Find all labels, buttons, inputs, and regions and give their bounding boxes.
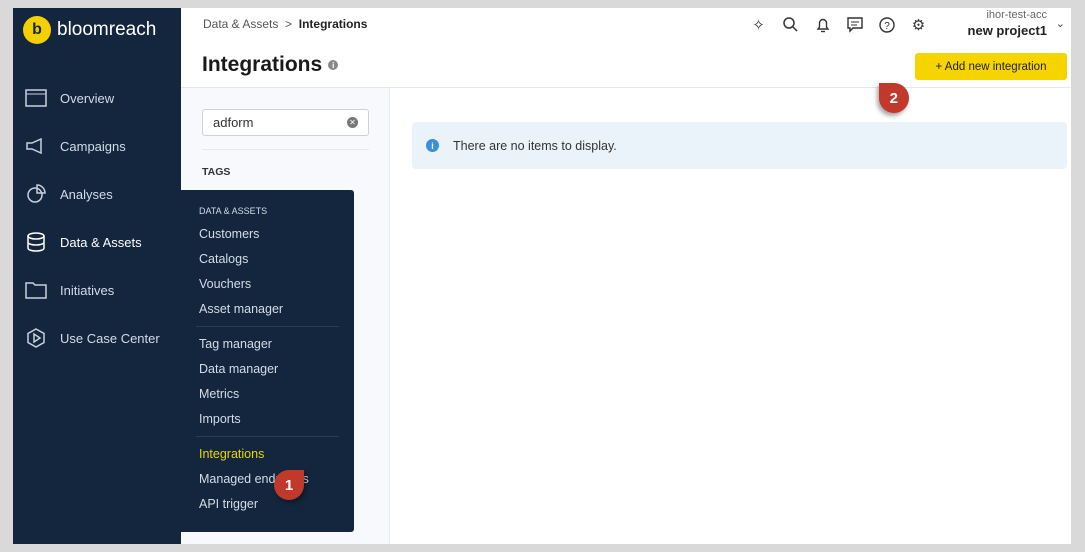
empty-message: There are no items to display.	[453, 138, 617, 153]
logo[interactable]: b bloomreach	[23, 16, 156, 44]
svg-text:?: ?	[884, 21, 890, 32]
menu-item-data-manager[interactable]: Data manager	[181, 357, 354, 382]
info-icon: i	[426, 139, 439, 152]
dashboard-icon	[25, 88, 47, 108]
marker-number: 1	[284, 476, 294, 494]
header: Data & Assets > Integrations Integration…	[181, 8, 1071, 88]
bell-icon[interactable]	[813, 15, 832, 34]
logo-text: bloomreach	[57, 19, 157, 40]
chat-icon[interactable]	[845, 15, 864, 34]
chevron-down-icon[interactable]: ⌄	[1056, 17, 1065, 30]
menu-item-vouchers[interactable]: Vouchers	[181, 272, 354, 297]
divider	[202, 149, 369, 150]
sidebar-item-analyses[interactable]: Analyses	[13, 170, 181, 218]
flyout-heading: DATA & ASSETS	[199, 206, 268, 216]
project-name: new project1	[967, 23, 1047, 38]
breadcrumb-current: Integrations	[298, 17, 368, 31]
database-icon	[25, 232, 47, 252]
menu-item-customers[interactable]: Customers	[181, 222, 354, 247]
sidebar-item-initiatives[interactable]: Initiatives	[13, 266, 181, 314]
add-new-integration-button[interactable]: + Add new integration	[915, 53, 1067, 80]
sidebar-item-use-case-center[interactable]: Use Case Center	[13, 314, 181, 362]
account-switcher[interactable]: ihor-test-acc new project1	[968, 9, 1047, 38]
step-marker-2: 2	[879, 83, 909, 113]
sidebar-item-overview[interactable]: Overview	[13, 74, 181, 122]
sidebar: b bloomreach Overview Campaigns Analyses…	[13, 8, 181, 544]
menu-item-managed-endpoints[interactable]: Managed endpoints	[181, 467, 354, 492]
search-icon[interactable]	[781, 15, 800, 34]
sidebar-item-label: Initiatives	[60, 282, 115, 298]
breadcrumb-parent[interactable]: Data & Assets	[203, 17, 278, 31]
megaphone-icon	[25, 136, 47, 156]
search-value: adform	[213, 115, 254, 130]
gear-icon[interactable]: ⚙	[909, 15, 928, 34]
menu-item-tag-manager[interactable]: Tag manager	[181, 332, 354, 357]
divider	[196, 436, 339, 437]
menu-item-catalogs[interactable]: Catalogs	[181, 247, 354, 272]
sidebar-item-label: Use Case Center	[60, 330, 160, 346]
play-circle-icon	[25, 328, 47, 348]
menu-item-asset-manager[interactable]: Asset manager	[181, 297, 354, 322]
sidebar-item-label: Overview	[60, 90, 115, 106]
sidebar-item-label: Campaigns	[60, 138, 126, 154]
sparkle-icon[interactable]: ✧	[749, 15, 768, 34]
menu-item-metrics[interactable]: Metrics	[181, 382, 354, 407]
account-name: ihor-test-acc	[986, 9, 1047, 21]
sidebar-item-label: Data & Assets	[60, 234, 142, 250]
page-title: Integrations i	[202, 53, 339, 77]
tags-heading: TAGS	[202, 166, 231, 178]
marker-number: 2	[889, 89, 899, 107]
search-input[interactable]: adform ✕	[202, 109, 369, 136]
menu-item-integrations[interactable]: Integrations	[181, 442, 354, 467]
logo-mark: b	[23, 16, 51, 44]
folder-icon	[25, 280, 47, 300]
menu-item-api-trigger[interactable]: API trigger	[181, 492, 354, 517]
data-assets-flyout-menu: DATA & ASSETS Customers Catalogs Voucher…	[181, 190, 354, 532]
app-window: b bloomreach Overview Campaigns Analyses…	[13, 8, 1071, 544]
step-marker-1: 1	[274, 470, 304, 500]
menu-item-imports[interactable]: Imports	[181, 407, 354, 432]
page-title-text: Integrations	[202, 53, 323, 76]
breadcrumb-separator: >	[285, 17, 293, 31]
sidebar-item-label: Analyses	[60, 186, 113, 202]
breadcrumb: Data & Assets > Integrations	[203, 17, 367, 31]
clear-icon[interactable]: ✕	[347, 117, 358, 128]
help-icon[interactable]: ?	[877, 15, 896, 34]
divider	[196, 326, 339, 327]
sidebar-item-campaigns[interactable]: Campaigns	[13, 122, 181, 170]
empty-state-alert: i There are no items to display.	[412, 122, 1067, 169]
info-icon[interactable]: i	[328, 60, 339, 70]
sidebar-item-data-assets[interactable]: Data & Assets	[13, 218, 181, 266]
pie-chart-icon	[25, 184, 47, 204]
